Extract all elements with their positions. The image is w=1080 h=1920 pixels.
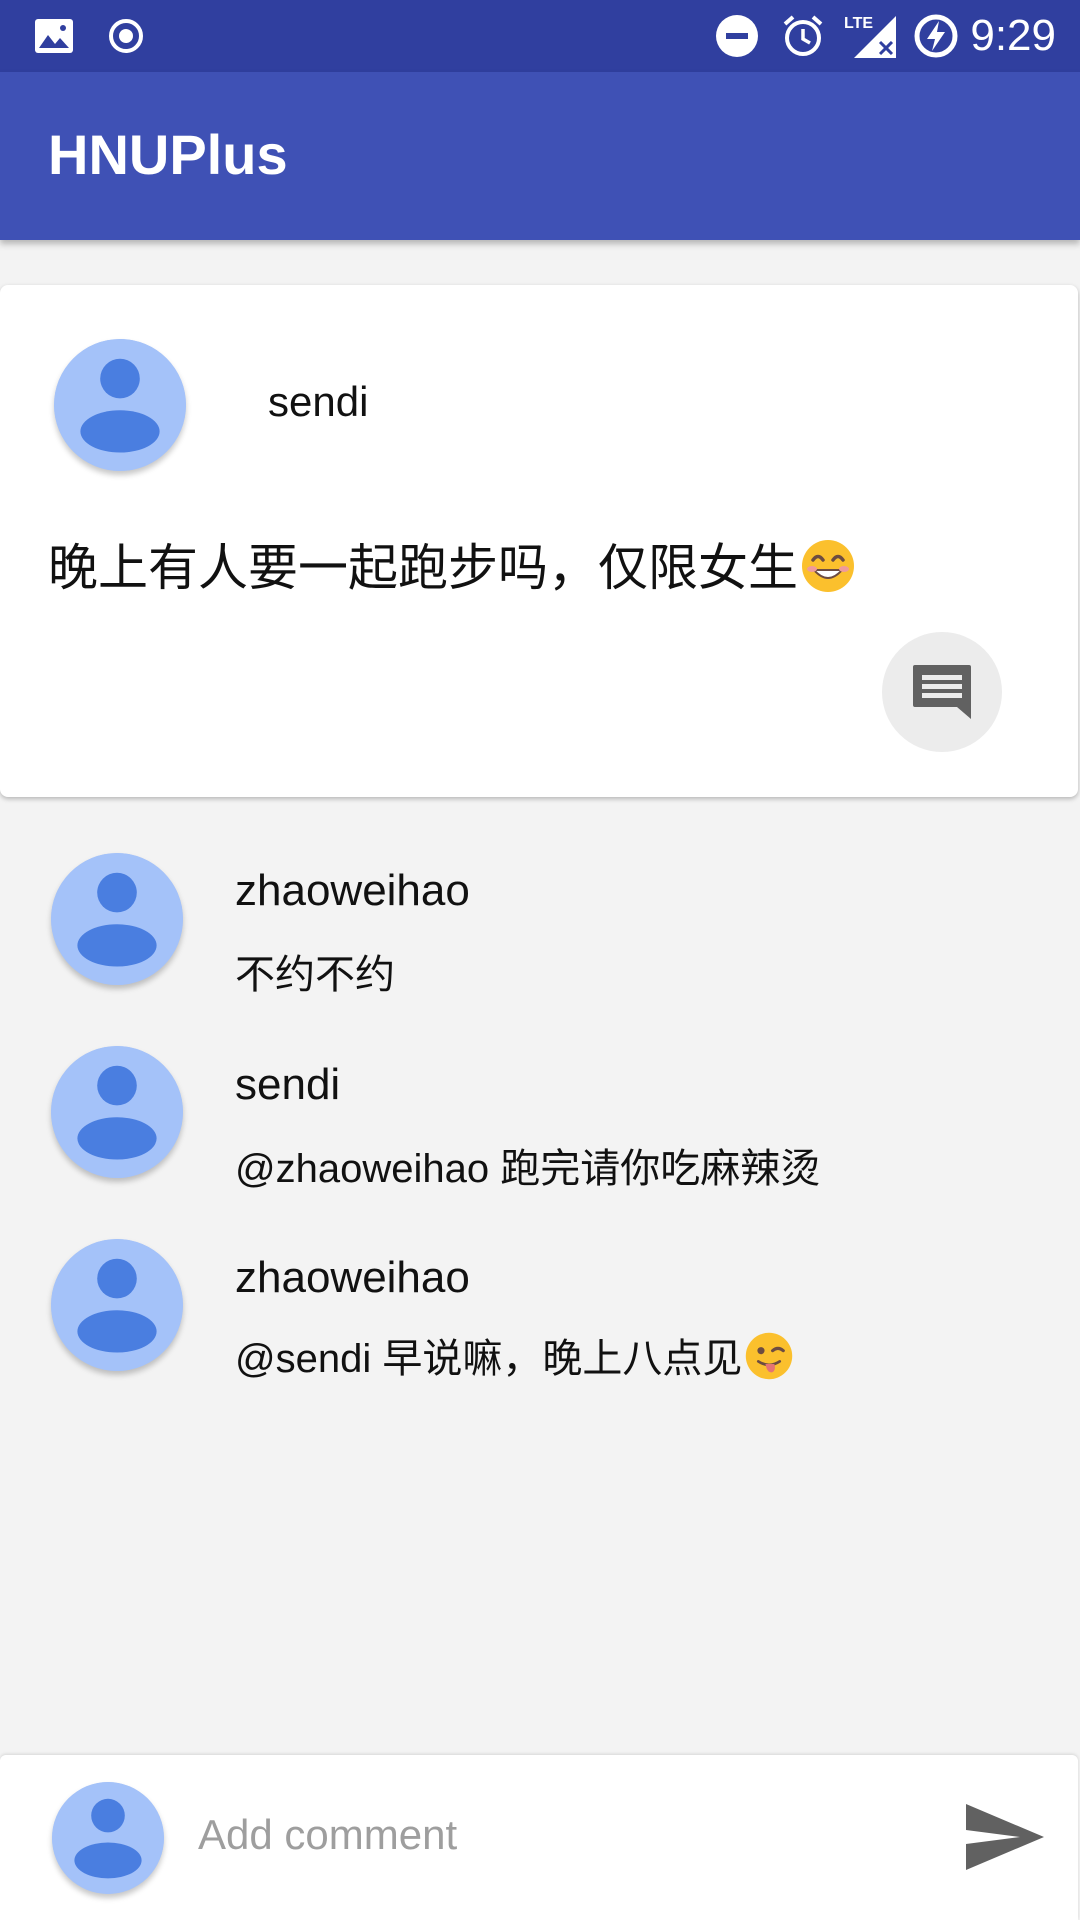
- avatar[interactable]: [52, 1782, 164, 1894]
- comment-author: sendi: [235, 1060, 341, 1109]
- comment-text: @sendi 早说嘛，晚上八点见: [235, 1337, 743, 1381]
- comment-text-row: @sendi 早说嘛，晚上八点见: [235, 1326, 794, 1391]
- image-icon: [34, 14, 74, 58]
- status-bar: LTE 9:29: [0, 0, 1080, 72]
- screen: LTE 9:29 HNUPlus sendi 晚上有人要一起跑步吗，仅限女生 z…: [0, 0, 1080, 1920]
- person-icon: [51, 1239, 183, 1371]
- app-bar: HNUPlus: [0, 72, 1080, 240]
- comment-text: @zhaoweihao 跑完请你吃麻辣烫: [235, 1147, 821, 1191]
- person-icon: [51, 853, 183, 985]
- avatar[interactable]: [54, 339, 186, 471]
- comment-author: zhaoweihao: [235, 866, 470, 915]
- comment-button[interactable]: [882, 632, 1002, 752]
- comment-author: zhaoweihao: [235, 1253, 470, 1302]
- post-text: 晚上有人要一起跑步吗，仅限女生: [48, 528, 856, 606]
- lte-signal-icon: LTE: [842, 14, 898, 58]
- record-icon: [106, 14, 146, 58]
- person-icon: [51, 1046, 183, 1178]
- alarm-icon: [780, 14, 826, 58]
- comment-icon: [913, 665, 971, 719]
- comment-input[interactable]: [198, 1795, 918, 1875]
- smiling-face-emoji-icon: [800, 538, 856, 606]
- comment-input-bar: [0, 1755, 1078, 1920]
- comment-text: 不约不约: [235, 953, 395, 997]
- battery-charging-icon: [912, 14, 960, 58]
- do-not-disturb-icon: [714, 14, 760, 58]
- app-title: HNUPlus: [48, 123, 288, 186]
- post-text-content: 晚上有人要一起跑步吗，仅限女生: [48, 540, 798, 596]
- post-author: sendi: [268, 378, 369, 425]
- person-icon: [54, 339, 186, 471]
- send-icon: [966, 1804, 1044, 1870]
- person-icon: [52, 1782, 164, 1894]
- status-time: 9:29: [970, 11, 1056, 60]
- avatar[interactable]: [51, 853, 183, 985]
- svg-text:LTE: LTE: [844, 15, 873, 32]
- winking-tongue-emoji-icon: [744, 1331, 794, 1391]
- send-button[interactable]: [960, 1797, 1050, 1877]
- avatar[interactable]: [51, 1239, 183, 1371]
- avatar[interactable]: [51, 1046, 183, 1178]
